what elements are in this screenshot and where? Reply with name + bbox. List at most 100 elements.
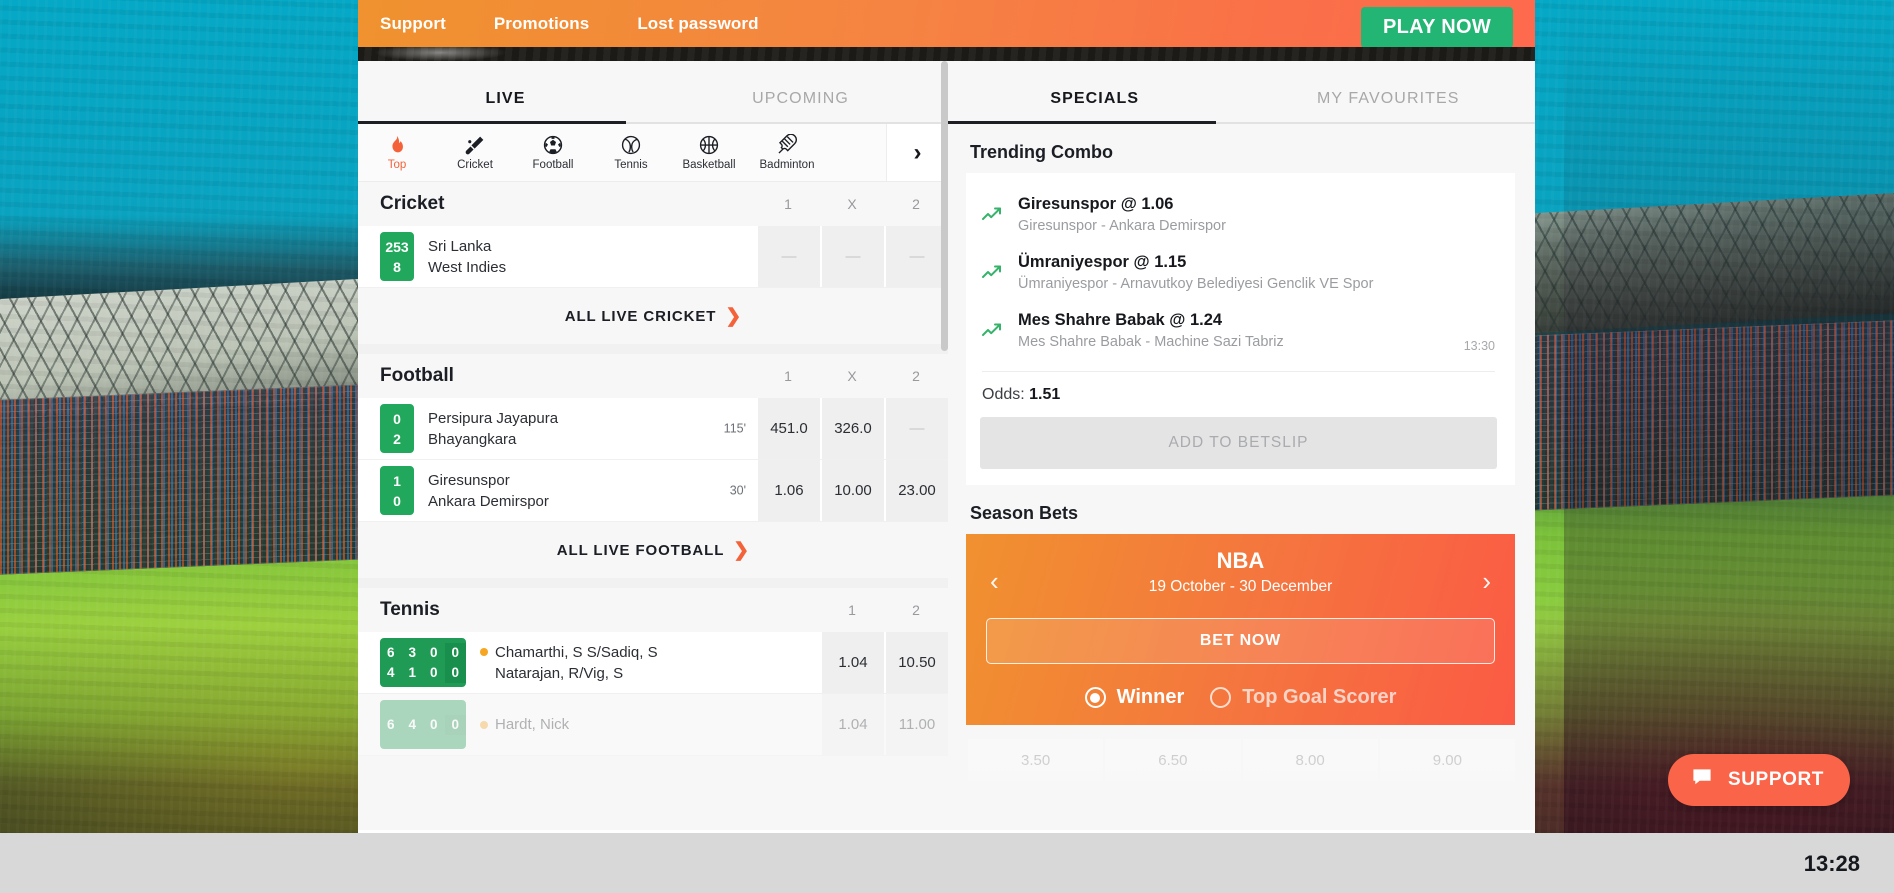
chevron-right-icon: ❯ <box>733 539 750 561</box>
team-away: Ankara Demirspor <box>428 492 549 510</box>
odd-x[interactable]: 10.00 <box>820 460 884 521</box>
trending-combo-card: Giresunspor @ 1.06 Giresunspor - Ankara … <box>966 173 1515 485</box>
section-title: Cricket <box>380 193 445 214</box>
score-home: 0 <box>393 410 401 427</box>
score-away: 2 <box>393 430 401 447</box>
set-home: 0 <box>429 644 438 660</box>
season-odd[interactable]: 9.00 <box>1379 739 1515 781</box>
browser-page: Support Promotions Lost password PLAY NO… <box>358 0 1535 830</box>
table-row[interactable]: 6 4 3 1 0 0 0 0 Chamarthi, S S/Sadiq, S … <box>358 632 948 694</box>
set-column: 3 1 <box>402 643 424 683</box>
season-next-arrow[interactable]: › <box>1482 566 1491 597</box>
set-home: 6 <box>386 644 395 660</box>
odds-col-2: 2 <box>912 196 920 212</box>
score-box: 1 0 <box>380 466 414 515</box>
table-row[interactable]: 1 0 Giresunspor Ankara Demirspor 30' 1.0… <box>358 460 948 522</box>
taskbar-clock: 13:28 <box>1803 851 1860 876</box>
sport-filter-cricket[interactable]: Cricket <box>436 134 514 171</box>
sport-filter-top[interactable]: Top <box>358 134 436 171</box>
tab-upcoming[interactable]: UPCOMING <box>653 61 948 124</box>
list-item[interactable]: Ümraniyespor @ 1.15 Ümraniyespor - Arnav… <box>980 245 1497 303</box>
section-divider <box>358 578 948 588</box>
combo-start-time: 13:30 <box>1463 339 1495 353</box>
nav-lost-password[interactable]: Lost password <box>637 14 758 34</box>
odd-1[interactable]: 451.0 <box>756 398 820 459</box>
odd-2[interactable]: 10.50 <box>884 632 948 693</box>
odds-group: 451.0 326.0 — <box>756 398 948 459</box>
serve-indicator-icon <box>480 648 488 656</box>
season-bets-heading: Season Bets <box>970 503 1079 523</box>
trending-combo-heading: Trending Combo <box>970 142 1113 162</box>
support-button[interactable]: SUPPORT <box>1667 754 1850 806</box>
odds-col-1: 1 <box>848 602 856 618</box>
set-away: 4 <box>386 664 395 680</box>
tab-specials[interactable]: SPECIALS <box>948 61 1242 124</box>
odd-2[interactable]: 11.00 <box>884 694 948 755</box>
bet-now-button[interactable]: BET NOW <box>986 618 1495 664</box>
table-row[interactable]: 253 8 Sri Lanka West Indies — — — <box>358 226 948 288</box>
radio-top-goal-scorer[interactable]: Top Goal Scorer <box>1210 686 1396 709</box>
live-upcoming-tabs: LIVE UPCOMING <box>358 61 948 124</box>
combo-odds-line: Odds: 1.51 <box>980 372 1497 404</box>
player-away: Natarajan, R/Vig, S <box>495 664 624 682</box>
sport-filter-basketball[interactable]: Basketball <box>670 134 748 171</box>
add-to-betslip-button[interactable]: ADD TO BETSLIP <box>980 417 1497 469</box>
score-home: 1 <box>393 472 401 489</box>
trend-up-icon <box>980 251 1004 295</box>
scrollbar-thumb[interactable] <box>941 61 948 351</box>
tab-my-favourites[interactable]: MY FAVOURITES <box>1242 61 1536 124</box>
radio-winner[interactable]: Winner <box>1084 686 1185 709</box>
season-prev-arrow[interactable]: ‹ <box>990 566 999 597</box>
sport-filter-tennis[interactable]: Tennis <box>592 134 670 171</box>
play-now-button[interactable]: PLAY NOW <box>1361 7 1513 48</box>
table-row[interactable]: 6 4 0 0 Hardt, Nick 1.04 11.00 <box>358 694 948 756</box>
season-dates: 19 October - 30 December <box>1148 578 1333 595</box>
match-minute: 115' <box>723 421 746 435</box>
sport-filter-label: Basketball <box>682 159 736 171</box>
season-odd[interactable]: 6.50 <box>1105 739 1241 781</box>
odd-2[interactable]: 23.00 <box>884 460 948 521</box>
odds-group: — — — <box>756 226 948 287</box>
all-live-label: ALL LIVE FOOTBALL <box>556 541 725 559</box>
season-title: NBA <box>1216 548 1265 573</box>
season-odd[interactable]: 3.50 <box>968 739 1104 781</box>
tab-live[interactable]: LIVE <box>358 61 653 124</box>
odds-col-x: X <box>847 368 857 384</box>
odds-col-2: 2 <box>912 602 920 618</box>
table-row[interactable]: 0 2 Persipura Jayapura Bhayangkara 115' … <box>358 398 948 460</box>
odd-1[interactable]: 1.06 <box>756 460 820 521</box>
odd-1[interactable]: 1.04 <box>820 694 884 755</box>
nav-promotions[interactable]: Promotions <box>494 14 589 34</box>
odd-2[interactable]: — <box>884 398 948 459</box>
football-icon <box>542 134 564 156</box>
odd-2[interactable]: — <box>884 226 948 287</box>
set-column: 0 0 <box>423 643 445 683</box>
specials-column: SPECIALS MY FAVOURITES Trending Combo Gi… <box>948 61 1535 830</box>
sport-filter-badminton[interactable]: Badminton <box>748 134 826 171</box>
sport-filter-football[interactable]: Football <box>514 134 592 171</box>
list-item[interactable]: Giresunspor @ 1.06 Giresunspor - Ankara … <box>980 187 1497 245</box>
all-live-cricket-link[interactable]: ALL LIVE CRICKET ❯ <box>358 288 948 344</box>
odd-x[interactable]: 326.0 <box>820 398 884 459</box>
season-odd[interactable]: 8.00 <box>1242 739 1378 781</box>
odd-x[interactable]: — <box>820 226 884 287</box>
set-away: 1 <box>408 664 416 680</box>
sport-filter-label: Cricket <box>457 159 493 171</box>
set-column: 6 <box>380 715 402 735</box>
team-home: Giresunspor <box>428 471 510 489</box>
nav-support[interactable]: Support <box>380 14 446 34</box>
sports-next-arrow-button[interactable]: › <box>886 124 948 181</box>
promo-banner-strip[interactable] <box>358 47 1535 61</box>
score-box: 0 2 <box>380 404 414 453</box>
odd-1[interactable]: 1.04 <box>820 632 884 693</box>
combo-subtitle: Giresunspor - Ankara Demirspor <box>1018 218 1226 234</box>
match-minute: 30' <box>729 483 746 497</box>
list-item[interactable]: Mes Shahre Babak @ 1.24 Mes Shahre Babak… <box>980 303 1497 361</box>
os-taskbar: 13:28 <box>0 833 1894 893</box>
all-live-football-link[interactable]: ALL LIVE FOOTBALL ❯ <box>358 522 948 578</box>
odds-col-2: 2 <box>912 368 920 384</box>
team-names: Persipura Jayapura Bhayangkara 115' <box>414 398 756 459</box>
section-header-tennis: Tennis 1 2 <box>358 588 948 632</box>
odd-1[interactable]: — <box>756 226 820 287</box>
radio-label: Winner <box>1116 686 1185 708</box>
